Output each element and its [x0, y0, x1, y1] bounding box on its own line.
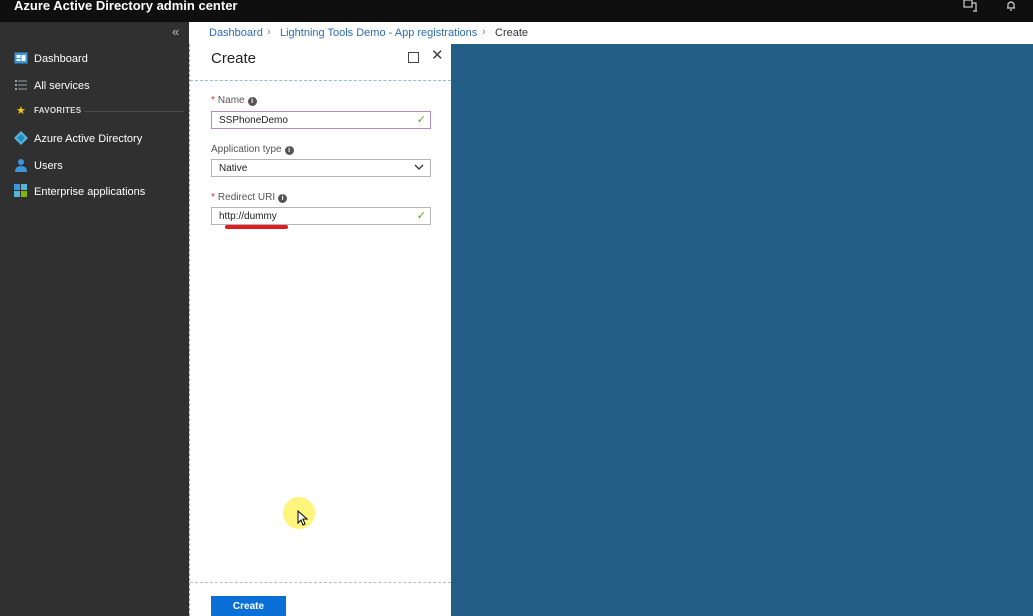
blade-title: Create: [211, 50, 257, 67]
close-icon[interactable]: ✕: [431, 48, 444, 64]
info-icon[interactable]: i: [247, 97, 257, 106]
sidebar-item-azure-active-directory[interactable]: Azure Active Directory: [0, 126, 189, 152]
blade-footer-divider: [190, 582, 451, 583]
chevron-down-icon: [414, 161, 424, 177]
azure-ad-icon: [14, 131, 28, 145]
sidebar-item-dashboard[interactable]: Dashboard: [0, 46, 189, 72]
redirect-uri-value: http://dummy: [219, 211, 277, 222]
portal-canvas: [451, 44, 1033, 616]
dashboard-icon: [14, 51, 28, 65]
sidebar-item-all-services[interactable]: All services: [0, 73, 189, 99]
sidebar-item-label: Azure Active Directory: [34, 133, 143, 145]
breadcrumb-app-registrations[interactable]: Lightning Tools Demo - App registrations: [280, 27, 477, 40]
favorites-divider: [84, 111, 184, 112]
sidebar-item-label: Enterprise applications: [34, 186, 146, 198]
application-type-value: Native: [219, 163, 248, 174]
top-bar: Azure Active Directory admin center: [0, 0, 1033, 22]
breadcrumb: Dashboard › Lightning Tools Demo - App r…: [189, 22, 1033, 44]
checkmark-icon: ✓: [416, 114, 426, 126]
sidebar-item-users[interactable]: Users: [0, 153, 189, 179]
breadcrumb-current: Create: [495, 27, 529, 39]
name-input[interactable]: SSPhoneDemo ✓: [211, 111, 431, 129]
list-icon: [14, 78, 28, 92]
chevron-right-icon: ›: [482, 26, 486, 38]
name-label: * Name i: [211, 95, 257, 107]
notification-bell-icon[interactable]: [1005, 0, 1017, 14]
info-icon[interactable]: i: [284, 146, 294, 155]
chevron-right-icon: ›: [267, 26, 271, 38]
checkmark-icon: ✓: [416, 210, 426, 222]
sidebar-item-label: Dashboard: [34, 53, 88, 65]
blade-header-divider: [190, 80, 451, 81]
users-icon: [14, 158, 28, 172]
collapse-sidebar-button[interactable]: «: [172, 25, 179, 39]
sidebar: « Dashboard All services ★ FAVORITES Azu…: [0, 22, 189, 616]
redirect-uri-input[interactable]: http://dummy ✓: [211, 207, 431, 225]
sidebar-item-enterprise-applications[interactable]: Enterprise applications: [0, 179, 189, 205]
star-icon: ★: [16, 105, 26, 117]
application-type-label: Application type i: [211, 144, 294, 156]
red-annotation-underline: [225, 225, 288, 229]
create-blade: Create ✕ * Name i SSPhoneDemo ✓ Applicatio…: [189, 44, 451, 616]
required-marker: *: [211, 95, 215, 106]
sidebar-item-label: Users: [34, 160, 63, 172]
info-icon[interactable]: i: [278, 194, 288, 203]
feedback-icon[interactable]: [963, 0, 978, 14]
sidebar-item-label: All services: [34, 80, 90, 92]
favorites-header: FAVORITES: [34, 106, 82, 115]
maximize-icon[interactable]: [408, 52, 419, 63]
create-button[interactable]: Create: [211, 596, 286, 616]
required-marker: *: [211, 192, 215, 203]
mouse-pointer-icon: [297, 509, 309, 530]
app-title[interactable]: Azure Active Directory admin center: [14, 0, 237, 14]
application-type-select[interactable]: Native: [211, 159, 431, 177]
breadcrumb-dashboard[interactable]: Dashboard: [209, 27, 263, 40]
redirect-uri-label: * Redirect URI i: [211, 192, 288, 204]
enterprise-apps-icon: [14, 184, 28, 198]
name-value: SSPhoneDemo: [219, 115, 288, 126]
